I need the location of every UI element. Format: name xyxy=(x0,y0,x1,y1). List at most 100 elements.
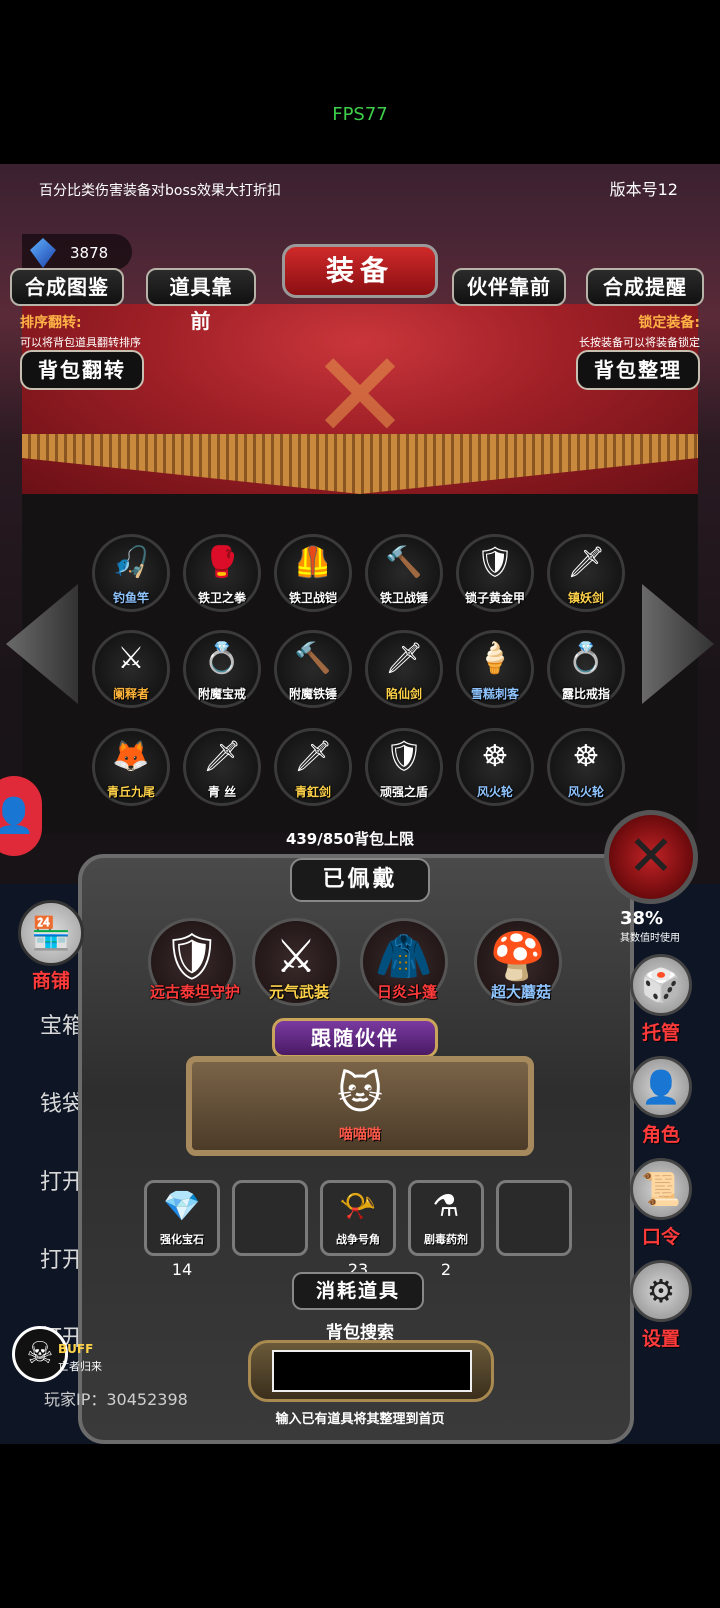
bag-item[interactable]: 🗡 青 丝 xyxy=(183,728,261,806)
bag-item[interactable]: 🗡 陷仙剑 xyxy=(365,630,443,708)
mace-icon: 🔨 xyxy=(385,545,423,580)
bag-item[interactable]: ☸ 风火轮 xyxy=(456,728,534,806)
bag-item-label: 阑释者 xyxy=(112,687,149,701)
bag-item[interactable]: 🗡 青釭剑 xyxy=(274,728,352,806)
equipment-title: 装备 xyxy=(282,244,438,298)
settings-button[interactable]: ⚙ 设置 xyxy=(626,1260,696,1351)
auto-manage-button[interactable]: 🎲 托管 xyxy=(626,954,696,1045)
player-ip: 玩家IP：30452398 xyxy=(44,1390,188,1409)
enchanted-hammer-icon: 🔨 xyxy=(294,641,332,676)
version-label: 版本号12 xyxy=(609,180,678,199)
bag-tidy-button[interactable]: 背包整理 xyxy=(576,350,700,390)
rate-percent: 38% xyxy=(620,908,664,929)
bag-item-label: 青丘九尾 xyxy=(106,785,155,799)
dark-sword-icon: ⚔ xyxy=(117,641,145,676)
bag-search-input[interactable] xyxy=(272,1350,472,1392)
bag-item[interactable]: 🔨 附魔铁锤 xyxy=(274,630,352,708)
close-button[interactable]: ✕ xyxy=(604,810,698,904)
synth-remind-button[interactable]: 合成提醒 xyxy=(586,268,704,306)
consumable-slot[interactable]: ⚗ 剧毒药剂 xyxy=(408,1180,484,1256)
war-horn-icon: 📯 xyxy=(339,1189,377,1224)
giant-mushroom-icon: 🍄 xyxy=(489,929,547,983)
bag-item[interactable]: 🦊 青丘九尾 xyxy=(92,728,170,806)
bag-item-label: 雪糕刺客 xyxy=(470,687,519,701)
empty-consumable-slot[interactable] xyxy=(232,1180,308,1256)
ice-sword-icon: 🗡 xyxy=(566,545,606,580)
bag-item[interactable]: 🛡 锁子黄金甲 xyxy=(456,534,534,612)
blue-sword-icon: 🗡 xyxy=(293,739,333,774)
blue-gem-icon xyxy=(30,238,56,268)
bag-item[interactable]: 🗡 镇妖剑 xyxy=(547,534,625,612)
vitality-armor-icon: ⚔ xyxy=(275,929,317,983)
ice-cream-dagger-icon: 🍦 xyxy=(476,641,514,676)
bag-item[interactable]: 💍 露比戒指 xyxy=(547,630,625,708)
sun-cloak-icon: 🧥 xyxy=(375,929,433,983)
synth-atlas-button[interactable]: 合成图鉴 xyxy=(10,268,124,306)
bag-item[interactable]: ⚔ 阑释者 xyxy=(92,630,170,708)
code-button[interactable]: 📜 口令 xyxy=(626,1158,696,1249)
bag-item-label: 顽强之盾 xyxy=(379,785,428,799)
worn-item-label: 日炎斗篷 xyxy=(376,983,437,1001)
equipped-title: 已佩戴 xyxy=(290,858,430,902)
currency-value: 3878 xyxy=(70,244,109,262)
search-hint: 输入已有道具将其整理到首页 xyxy=(275,1412,445,1427)
bag-item[interactable]: 🔨 铁卫战锤 xyxy=(365,534,443,612)
partner-front-button[interactable]: 伙伴靠前 xyxy=(452,268,566,306)
companion-label: 喵喵喵 xyxy=(339,1127,381,1143)
worn-item[interactable]: 🍄 超大蘑菇 xyxy=(474,918,562,1006)
bag-item[interactable]: 🎣 钓鱼竿 xyxy=(92,534,170,612)
bag-item-label: 铁卫战铠 xyxy=(288,591,337,605)
rate-display: 38% 其数值时使用 xyxy=(620,908,694,944)
bag-item-label: 青釭剑 xyxy=(294,785,331,799)
titan-armor-icon: 🛡 xyxy=(162,929,222,983)
player-avatar-icon[interactable]: 👤 xyxy=(0,776,42,856)
golden-armor-icon: 🛡 xyxy=(475,545,515,580)
sort-hint-text: 可以将背包道具翻转排序 xyxy=(20,336,141,349)
dice-icon: 🎲 xyxy=(630,954,692,1016)
silver-ring-icon: 💍 xyxy=(567,641,605,676)
fishing-rod-icon: 🎣 xyxy=(112,545,150,580)
shop-icon: 🏪 xyxy=(18,900,84,966)
worn-item-label: 超大蘑菇 xyxy=(490,983,551,1001)
worn-item[interactable]: ⚔ 元气武装 xyxy=(252,918,340,1006)
sort-hint-title: 排序翻转: xyxy=(20,315,82,331)
lock-hint-text: 长按装备可以将装备锁定 xyxy=(579,336,700,349)
bag-item[interactable]: ☸ 风火轮 xyxy=(547,728,625,806)
green-gem-icon: 💎 xyxy=(163,1189,201,1224)
worn-item[interactable]: 🛡 远古泰坦守护 xyxy=(148,918,240,1006)
cat-warrior-icon[interactable]: 🐱 xyxy=(320,1068,400,1132)
bag-item-label: 铁卫之拳 xyxy=(197,591,246,605)
bag-item-label: 青 丝 xyxy=(207,785,237,799)
bag-flip-button[interactable]: 背包翻转 xyxy=(20,350,144,390)
shop-label: 商铺 xyxy=(31,970,70,992)
bag-item-label: 锁子黄金甲 xyxy=(464,591,525,605)
role-button[interactable]: 👤 角色 xyxy=(626,1056,696,1147)
fps-counter: FPS77 xyxy=(332,104,388,125)
worn-item-label: 元气武装 xyxy=(268,983,329,1001)
bag-item[interactable]: 🛡 顽强之盾 xyxy=(365,728,443,806)
bag-item[interactable]: 💍 附魔宝戒 xyxy=(183,630,261,708)
consumable-label: 剧毒药剂 xyxy=(424,1233,468,1246)
bag-item-label: 铁卫战锤 xyxy=(379,591,428,605)
consumable-label: 战争号角 xyxy=(336,1233,380,1246)
shop-button[interactable]: 🏪 商铺 xyxy=(14,900,88,993)
consumables-title: 消耗道具 xyxy=(292,1272,424,1310)
consumable-slot[interactable]: 📯 战争号角 xyxy=(320,1180,396,1256)
role-label: 角色 xyxy=(641,1124,680,1146)
red-shield-icon: 🛡 xyxy=(384,739,424,774)
bag-item[interactable]: 🍦 雪糕刺客 xyxy=(456,630,534,708)
poison-potion-icon: ⚗ xyxy=(432,1189,460,1224)
crystal-sword-icon: 🗡 xyxy=(384,641,424,676)
bag-item[interactable]: 🥊 铁卫之拳 xyxy=(183,534,261,612)
empty-consumable-slot[interactable] xyxy=(496,1180,572,1256)
worn-item[interactable]: 🧥 日炎斗篷 xyxy=(360,918,448,1006)
iron-gauntlet-icon: 🥊 xyxy=(203,545,241,580)
consumable-slot[interactable]: 💎 强化宝石 xyxy=(144,1180,220,1256)
nine-tail-fox-icon: 🦊 xyxy=(112,739,150,774)
bag-item[interactable]: 🦺 铁卫战铠 xyxy=(274,534,352,612)
hooded-figure-icon: 👤 xyxy=(630,1056,692,1118)
fire-wheel-icon: ☸ xyxy=(572,739,600,774)
short-sword-icon: 🗡 xyxy=(202,739,242,774)
items-front-button[interactable]: 道具靠前 xyxy=(146,268,256,333)
bag-item-label: 钓鱼竿 xyxy=(112,591,149,605)
